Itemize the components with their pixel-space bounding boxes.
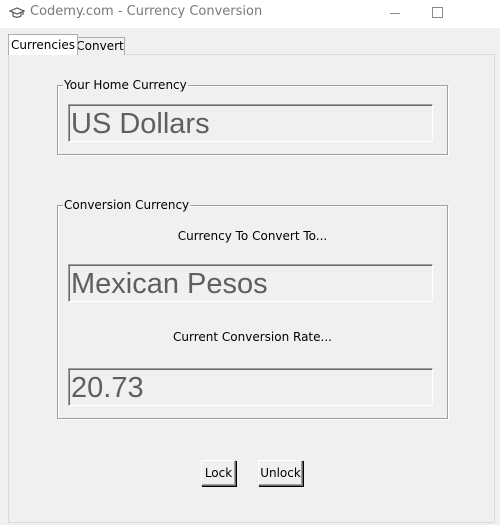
conversion-currency-field[interactable]: Mexican Pesos <box>68 264 433 302</box>
convert-to-label: Currency To Convert To... <box>177 229 328 243</box>
home-currency-group: Your Home Currency US Dollars <box>57 78 448 155</box>
maximize-icon <box>432 7 443 18</box>
conversion-rate-label: Current Conversion Rate... <box>173 330 332 344</box>
conversion-currency-group: Conversion Currency Currency To Convert … <box>57 198 448 419</box>
conversion-currency-group-label: Conversion Currency <box>63 198 191 212</box>
maximize-button[interactable] <box>418 0 464 28</box>
tab-convert[interactable]: Convert <box>76 37 125 55</box>
graduation-cap-icon <box>9 7 25 18</box>
unlock-button[interactable]: Unlock <box>258 460 303 486</box>
home-currency-group-label: Your Home Currency <box>63 78 188 92</box>
home-currency-field[interactable]: US Dollars <box>68 104 433 142</box>
window-title: Codemy.com - Currency Conversion <box>30 4 263 19</box>
minimize-icon <box>390 13 400 14</box>
tab-currencies[interactable]: Currencies <box>8 34 78 55</box>
minimize-button[interactable] <box>372 0 418 28</box>
app-window: Codemy.com - Currency Conversion Currenc… <box>0 0 500 525</box>
conversion-rate-field[interactable]: 20.73 <box>68 368 433 406</box>
lock-button[interactable]: Lock <box>201 460 236 486</box>
title-bar[interactable]: Codemy.com - Currency Conversion <box>0 0 500 28</box>
